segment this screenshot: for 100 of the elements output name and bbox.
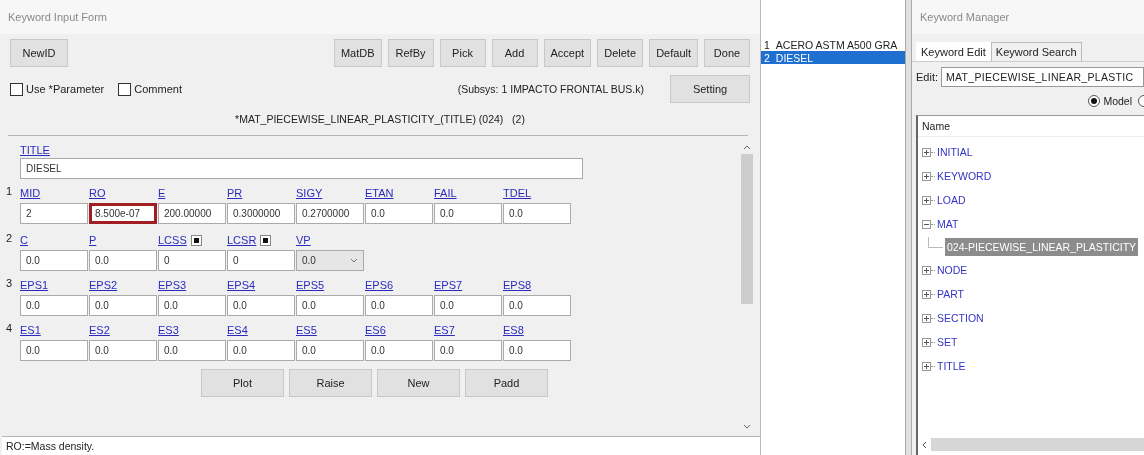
- field-label-link[interactable]: ES6: [365, 324, 386, 336]
- value-field[interactable]: 0.0: [227, 340, 295, 361]
- value-field[interactable]: 0.0: [503, 340, 571, 361]
- expand-icon[interactable]: [922, 171, 931, 181]
- material-list-item[interactable]: 1 ACERO ASTM A500 GRA: [761, 38, 905, 51]
- edit-field[interactable]: MAT_PIECEWISE_LINEAR_PLASTIC: [941, 67, 1144, 87]
- field-label-link[interactable]: RO: [89, 187, 106, 199]
- value-field[interactable]: 0: [158, 250, 226, 271]
- expand-icon[interactable]: [922, 147, 931, 157]
- value-field[interactable]: 0.0: [503, 203, 571, 224]
- value-dropdown[interactable]: 0.0: [296, 250, 364, 271]
- field-label-link[interactable]: EPS8: [503, 279, 532, 291]
- toolbar-button[interactable]: MatDB: [333, 39, 382, 67]
- field-label-link[interactable]: ES8: [503, 324, 524, 336]
- field-label-link[interactable]: EPS6: [365, 279, 394, 291]
- field-label-link[interactable]: C: [20, 234, 28, 246]
- scroll-down-icon[interactable]: [743, 424, 751, 430]
- value-field[interactable]: 0.0: [158, 340, 226, 361]
- field-label-link[interactable]: EPS7: [434, 279, 463, 291]
- pick-icon[interactable]: [190, 234, 202, 246]
- field-label-link[interactable]: EPS2: [89, 279, 118, 291]
- field-label-link[interactable]: EPS4: [227, 279, 256, 291]
- pick-icon[interactable]: [260, 234, 272, 246]
- value-field[interactable]: 0.0: [434, 295, 502, 316]
- field-label-link[interactable]: ES7: [434, 324, 455, 336]
- option-checkbox[interactable]: Use *Parameter: [10, 82, 105, 96]
- setting-button[interactable]: Setting: [670, 75, 750, 103]
- field-label-link[interactable]: E: [158, 187, 166, 199]
- field-label-link[interactable]: PR: [227, 187, 243, 199]
- tab[interactable]: Keyword Edit: [916, 42, 991, 61]
- material-list-item[interactable]: 2 DIESEL: [761, 51, 905, 64]
- toolbar-button[interactable]: RefBy: [387, 39, 434, 67]
- value-field[interactable]: 0.0: [227, 295, 295, 316]
- toolbar-button[interactable]: Add: [491, 39, 538, 67]
- tree-item[interactable]: TITLE: [937, 360, 966, 372]
- value-field[interactable]: 0.0: [434, 203, 502, 224]
- value-field[interactable]: 0.0: [365, 295, 433, 316]
- value-field[interactable]: 0.0: [89, 250, 157, 271]
- field-label-link[interactable]: FAIL: [434, 187, 457, 199]
- action-button[interactable]: Padd: [465, 369, 548, 397]
- tree-item[interactable]: LOAD: [937, 194, 966, 206]
- value-field[interactable]: 2: [20, 203, 88, 224]
- tree-item[interactable]: MAT: [937, 218, 959, 230]
- field-label-link[interactable]: ES4: [227, 324, 248, 336]
- tree-item[interactable]: NODE: [937, 264, 968, 276]
- field-label-link[interactable]: ETAN: [365, 187, 394, 199]
- option-checkbox[interactable]: Comment: [118, 82, 182, 96]
- toolbar-button[interactable]: Done: [704, 39, 750, 67]
- expand-icon[interactable]: [922, 337, 931, 347]
- value-field[interactable]: 0.0: [365, 203, 433, 224]
- field-label-link[interactable]: EPS3: [158, 279, 187, 291]
- field-label-link[interactable]: MID: [20, 187, 41, 199]
- toolbar-button[interactable]: Default: [649, 39, 698, 67]
- tree-item[interactable]: KEYWORD: [937, 170, 992, 182]
- field-label-link[interactable]: LCSR: [227, 234, 257, 246]
- collapse-icon[interactable]: [922, 219, 931, 229]
- toolbar-button[interactable]: Delete: [597, 39, 644, 67]
- field-label-link[interactable]: P: [89, 234, 97, 246]
- value-field[interactable]: 0.0: [89, 340, 157, 361]
- expand-icon[interactable]: [922, 313, 931, 323]
- value-field[interactable]: 0.0: [296, 295, 364, 316]
- radio-button[interactable]: Model: [1088, 95, 1132, 107]
- value-field[interactable]: 0.0: [434, 340, 502, 361]
- field-label-link[interactable]: ES2: [89, 324, 110, 336]
- tree-item[interactable]: INITIAL: [937, 146, 973, 158]
- action-button[interactable]: Raise: [289, 369, 372, 397]
- value-field[interactable]: 0.3000000: [227, 203, 295, 224]
- tree-item[interactable]: PART: [937, 288, 965, 300]
- value-field[interactable]: 0.0: [296, 340, 364, 361]
- scroll-left-icon[interactable]: [921, 440, 927, 449]
- value-field[interactable]: 0.2700000: [296, 203, 364, 224]
- title-field[interactable]: DIESEL: [20, 158, 583, 179]
- expand-icon[interactable]: [922, 265, 931, 275]
- toolbar-button[interactable]: Pick: [439, 39, 486, 67]
- action-button[interactable]: Plot: [201, 369, 284, 397]
- toolbar-button[interactable]: NewID: [10, 39, 68, 67]
- tab[interactable]: Keyword Search: [990, 42, 1082, 61]
- field-label-link[interactable]: VP: [296, 234, 311, 246]
- field-label-link[interactable]: TITLE: [20, 144, 50, 156]
- value-field[interactable]: 0.0: [20, 340, 88, 361]
- value-field[interactable]: 0.0: [503, 295, 571, 316]
- field-label-link[interactable]: TDEL: [503, 187, 532, 199]
- expand-icon[interactable]: [922, 289, 931, 299]
- field-label-link[interactable]: SIGY: [296, 187, 323, 199]
- action-button[interactable]: New: [377, 369, 460, 397]
- expand-icon[interactable]: [922, 361, 931, 371]
- value-field[interactable]: 0.0: [158, 295, 226, 316]
- tree-item[interactable]: SET: [937, 336, 958, 348]
- scroll-up-icon[interactable]: [743, 144, 751, 150]
- value-field[interactable]: 0: [227, 250, 295, 271]
- field-label-link[interactable]: ES5: [296, 324, 317, 336]
- value-field[interactable]: 0.0: [89, 295, 157, 316]
- value-field[interactable]: 0.0: [365, 340, 433, 361]
- field-label-link[interactable]: EPS1: [20, 279, 49, 291]
- tree-item[interactable]: SECTION: [937, 312, 984, 324]
- field-label-link[interactable]: EPS5: [296, 279, 325, 291]
- field-label-link[interactable]: LCSS: [158, 234, 187, 246]
- value-field[interactable]: 0.0: [20, 295, 88, 316]
- value-field[interactable]: 200.00000: [158, 203, 226, 224]
- field-label-link[interactable]: ES1: [20, 324, 41, 336]
